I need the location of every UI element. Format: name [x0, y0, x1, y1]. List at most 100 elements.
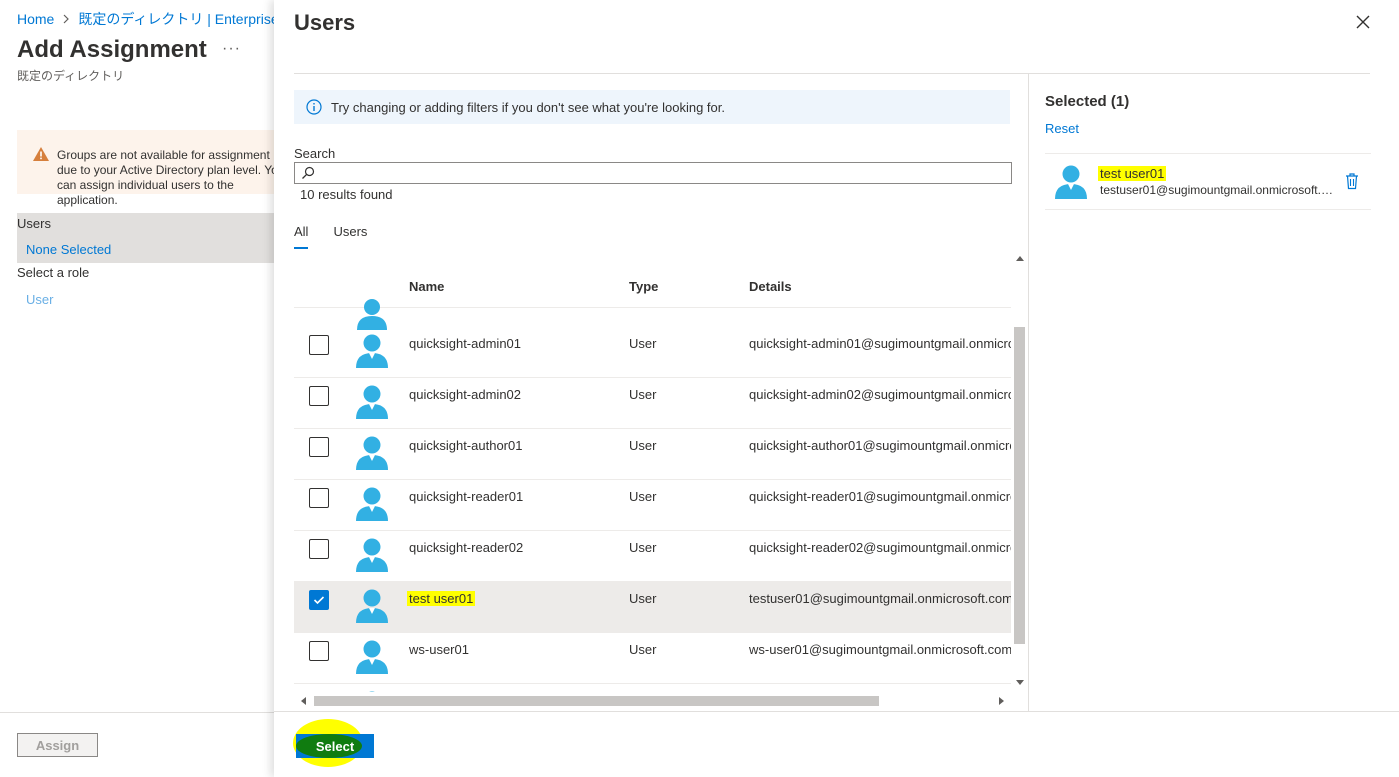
vertical-scrollbar[interactable] [1011, 250, 1028, 692]
role-value-link[interactable]: User [26, 292, 53, 307]
user-avatar-icon [1055, 165, 1087, 199]
row-type: User [629, 387, 657, 402]
selected-title: Selected (1) [1045, 93, 1130, 110]
selected-item-name: test user01 [1098, 166, 1167, 181]
user-avatar-icon [356, 487, 388, 521]
row-name: test user01 [407, 591, 476, 606]
row-checkbox[interactable] [309, 539, 329, 559]
info-icon [306, 99, 322, 115]
user-avatar-icon [356, 640, 388, 674]
scroll-thumb[interactable] [1014, 327, 1025, 644]
pane-divider [1028, 73, 1029, 711]
row-details: quicksight-author01@sugimountgmail.onmic… [749, 438, 1011, 453]
warning-banner: Groups are not available for assignment … [17, 130, 287, 207]
row-details: quicksight-admin01@sugimountgmail.onmicr… [749, 336, 1011, 351]
row-type: User [629, 540, 657, 555]
search-input[interactable] [319, 163, 1009, 183]
scroll-right-arrow-icon[interactable] [999, 697, 1004, 705]
scroll-thumb-horizontal[interactable] [314, 696, 879, 706]
info-text: Try changing or adding filters if you do… [331, 99, 725, 115]
row-checkbox[interactable] [309, 437, 329, 457]
warning-text: Groups are not available for assignment … [57, 148, 285, 207]
users-table: Name Type Details quicksight-admin01 Use… [294, 250, 1011, 692]
table-row[interactable]: ws-user01 User ws-user01@sugimountgmail.… [294, 633, 1011, 684]
row-type: User [629, 336, 657, 351]
info-banner: Try changing or adding filters if you do… [294, 90, 1010, 124]
users-panel: Users Try changing or adding filters if … [274, 0, 1399, 777]
users-label: Users [17, 216, 51, 231]
scroll-left-arrow-icon[interactable] [301, 697, 306, 705]
search-field[interactable] [294, 162, 1012, 184]
table-row[interactable]: quicksight-reader02 User quicksight-read… [294, 531, 1011, 582]
footer-divider [274, 711, 1399, 712]
warning-icon [33, 147, 49, 161]
select-button[interactable]: Select [296, 734, 374, 758]
scroll-down-arrow-icon[interactable] [1016, 680, 1024, 685]
table-row[interactable]: quicksight-author01 User quicksight-auth… [294, 429, 1011, 480]
row-name: quicksight-reader02 [409, 540, 524, 555]
table-header: Name Type Details [294, 250, 1011, 330]
page-title: Add Assignment [17, 36, 207, 63]
user-avatar-icon [356, 385, 388, 419]
table-row-partial[interactable] [294, 684, 1011, 692]
results-count: 10 results found [300, 187, 393, 202]
select-button-label: Select [315, 738, 355, 754]
tab-users[interactable]: Users [333, 224, 367, 249]
close-icon[interactable] [1354, 13, 1372, 31]
checkmark-icon [313, 596, 325, 605]
breadcrumb-home[interactable]: Home [17, 11, 54, 27]
table-row[interactable]: quicksight-admin01 User quicksight-admin… [294, 327, 1011, 378]
filter-tabs: All Users [294, 224, 367, 249]
breadcrumb: Home 既定のディレクトリ | Enterprise app [17, 9, 306, 29]
column-header-type[interactable]: Type [629, 279, 658, 294]
row-details: testuser01@sugimountgmail.onmicrosoft.co… [749, 591, 1011, 606]
user-avatar-icon [356, 589, 388, 623]
breadcrumb-enterprise-app[interactable]: 既定のディレクトリ | Enterprise app [78, 9, 306, 29]
table-row[interactable]: quicksight-reader01 User quicksight-read… [294, 480, 1011, 531]
trash-icon[interactable] [1344, 172, 1360, 190]
user-avatar-icon [356, 538, 388, 572]
search-icon [302, 166, 315, 179]
row-type: User [629, 591, 657, 606]
search-label: Search [294, 146, 336, 161]
row-details: quicksight-admin02@sugimountgmail.onmicr… [749, 387, 1011, 402]
role-label: Select a role [17, 265, 90, 280]
selected-item-email: testuser01@sugimountgmail.onmicrosoft.co… [1100, 183, 1334, 197]
users-value-link[interactable]: None Selected [26, 242, 111, 257]
row-name: quicksight-admin02 [409, 387, 522, 402]
row-checkbox[interactable] [309, 488, 329, 508]
column-header-name[interactable]: Name [409, 279, 444, 294]
row-name: quicksight-author01 [409, 438, 523, 453]
panel-title: Users [294, 10, 356, 35]
chevron-right-icon [62, 12, 70, 27]
row-checkbox[interactable] [309, 641, 329, 661]
row-name: quicksight-reader01 [409, 489, 524, 504]
users-selector[interactable]: Users None Selected [17, 213, 287, 263]
row-name: ws-user01 [409, 642, 469, 657]
more-options-button[interactable]: ··· [222, 40, 241, 58]
selected-item: test user01 testuser01@sugimountgmail.on… [1045, 153, 1371, 210]
scroll-up-arrow-icon[interactable] [1016, 256, 1024, 261]
row-name: quicksight-admin01 [409, 336, 522, 351]
user-avatar-icon [356, 436, 388, 470]
row-checkbox-checked[interactable] [309, 590, 329, 610]
tab-all[interactable]: All [294, 224, 309, 249]
horizontal-scrollbar[interactable] [294, 692, 1011, 710]
row-details: quicksight-reader01@sugimountgmail.onmic… [749, 489, 1011, 504]
row-checkbox[interactable] [309, 386, 329, 406]
row-type: User [629, 642, 657, 657]
title-divider [294, 73, 1370, 74]
reset-link[interactable]: Reset [1045, 121, 1079, 136]
row-type: User [629, 489, 657, 504]
row-details: quicksight-reader02@sugimountgmail.onmic… [749, 540, 1011, 555]
page-subtitle: 既定のディレクトリ [17, 69, 125, 83]
assign-button[interactable]: Assign [17, 733, 98, 757]
table-row[interactable]: quicksight-admin02 User quicksight-admin… [294, 378, 1011, 429]
row-details: ws-user01@sugimountgmail.onmicrosoft.com [749, 642, 1011, 657]
row-checkbox[interactable] [309, 335, 329, 355]
user-avatar-icon [356, 334, 388, 368]
user-avatar-icon [357, 299, 387, 330]
column-header-details[interactable]: Details [749, 279, 792, 294]
row-type: User [629, 438, 657, 453]
table-row-selected[interactable]: test user01 User testuser01@sugimountgma… [294, 582, 1011, 633]
